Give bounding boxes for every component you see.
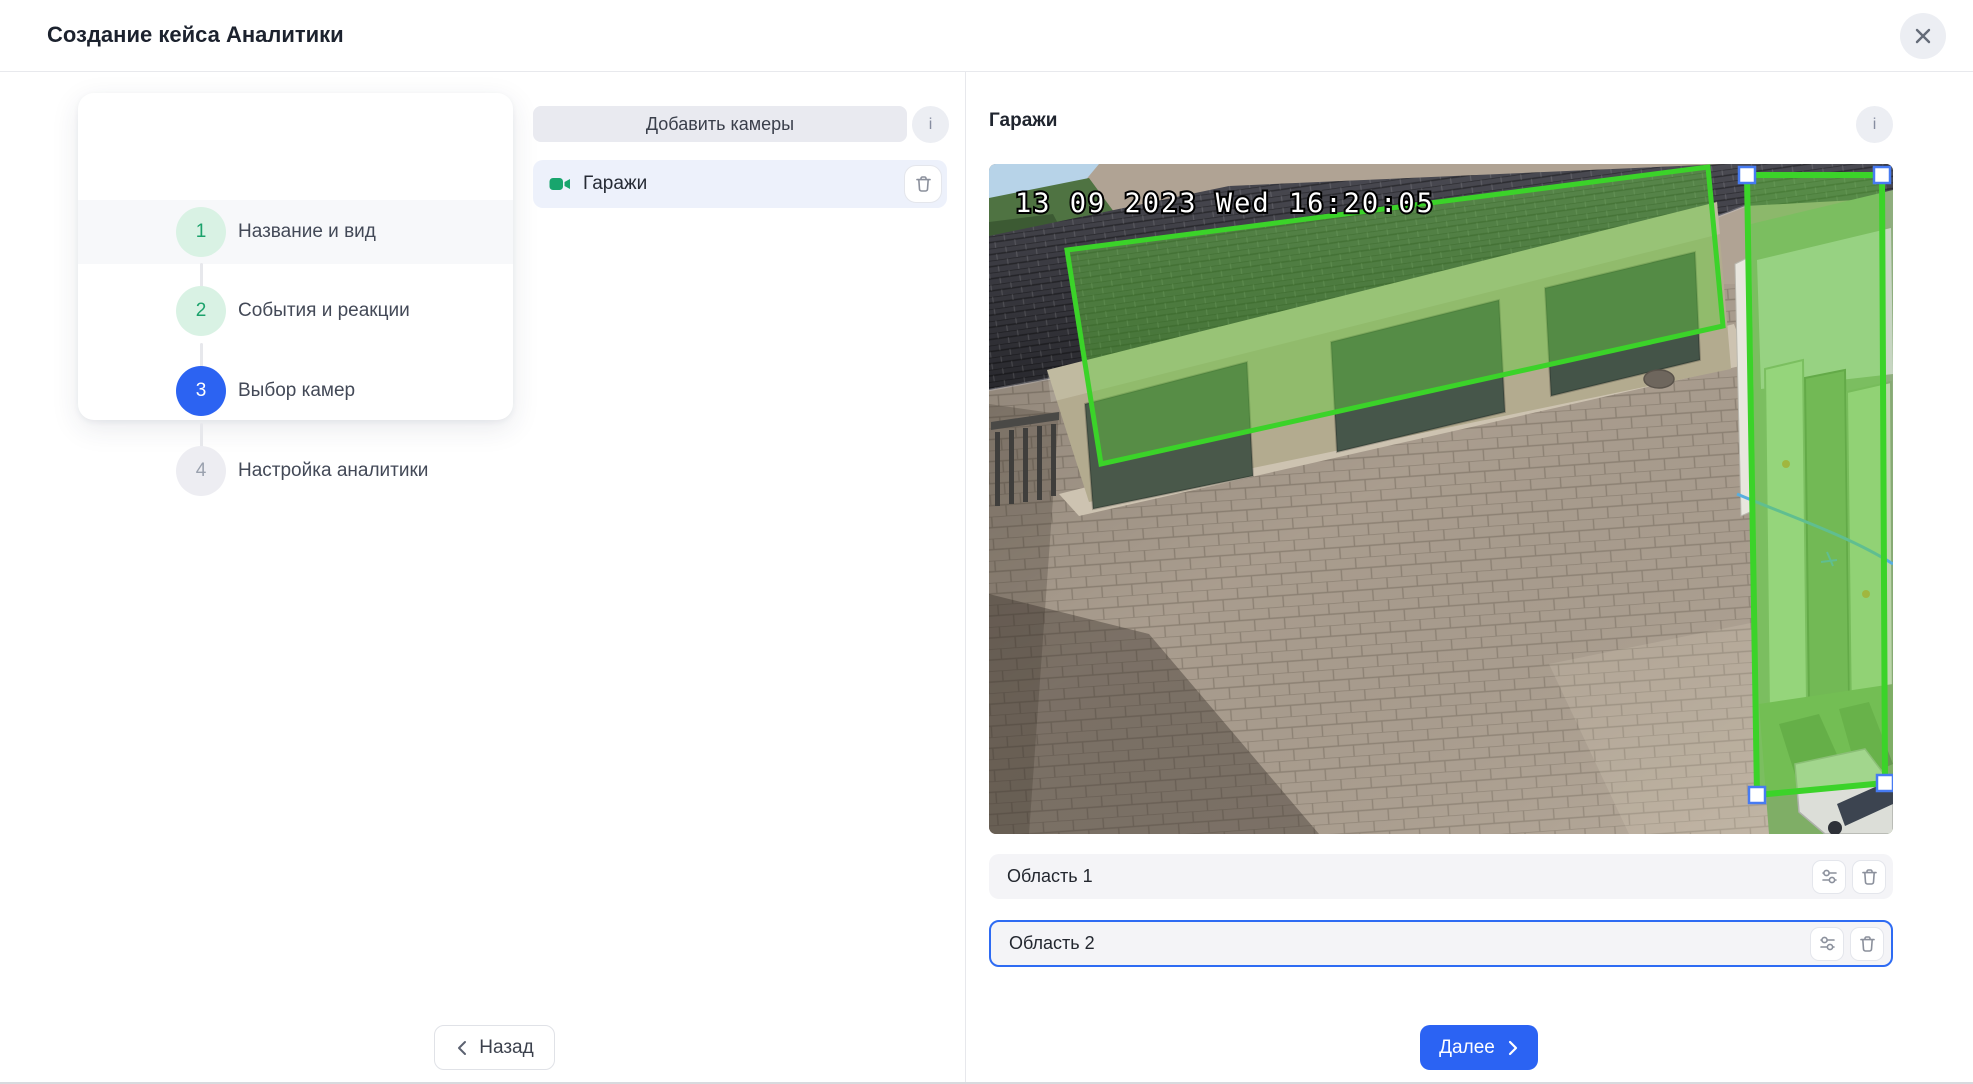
step-2-label: События и реакции — [238, 300, 410, 322]
step-3-label: Выбор камер — [238, 380, 355, 402]
resize-handle[interactable] — [1739, 167, 1755, 183]
dialog-header: Создание кейса Аналитики — [0, 0, 1973, 72]
resize-handle[interactable] — [1749, 787, 1765, 803]
create-analytics-case-dialog: Создание кейса Аналитики 1 Название и ви… — [0, 0, 1973, 1084]
area-1-label: Область 1 — [1007, 866, 1812, 887]
camera-frame-editor[interactable]: 13 09 2023 Wed 16:20:05 — [989, 164, 1893, 834]
next-button[interactable]: Далее — [1420, 1025, 1538, 1070]
step-events-and-reactions[interactable]: 2 События и реакции — [78, 279, 513, 343]
area-1-settings-button[interactable] — [1812, 860, 1846, 894]
column-divider — [965, 72, 966, 1084]
manhole — [1644, 370, 1674, 388]
area-row-1[interactable]: Область 1 — [989, 854, 1893, 899]
step-1-label: Название и вид — [238, 221, 376, 243]
camera-name: Гаражи — [583, 173, 904, 195]
trash-icon — [915, 175, 932, 193]
preview-camera-title: Гаражи — [989, 110, 1057, 132]
info-icon: i — [929, 116, 933, 134]
wizard-stepper: 1 Название и вид 2 События и реакции 3 В… — [78, 93, 513, 420]
video-camera-icon — [549, 176, 571, 192]
video-timestamp: 13 09 2023 Wed 16:20:05 — [1015, 188, 1435, 219]
area-2-polygon[interactable] — [1747, 175, 1885, 795]
add-cameras-button[interactable]: Добавить камеры — [533, 106, 907, 142]
step-2-circle: 2 — [176, 286, 226, 336]
area-1-delete-button[interactable] — [1852, 860, 1886, 894]
close-button[interactable] — [1900, 13, 1946, 59]
tune-icon — [1819, 935, 1836, 952]
next-button-label: Далее — [1439, 1037, 1495, 1059]
step-camera-selection[interactable]: 3 Выбор камер — [78, 359, 513, 423]
area-row-2-selected[interactable]: Область 2 — [989, 920, 1893, 967]
back-button-label: Назад — [479, 1037, 533, 1059]
tune-icon — [1821, 868, 1838, 885]
cameras-info-button[interactable]: i — [912, 106, 949, 143]
resize-handle[interactable] — [1874, 167, 1890, 183]
camera-list-item[interactable]: Гаражи — [533, 160, 947, 208]
chevron-left-icon — [455, 1038, 469, 1058]
delete-camera-button[interactable] — [904, 165, 942, 203]
area-2-delete-button[interactable] — [1850, 927, 1884, 961]
close-icon — [1913, 26, 1933, 46]
step-4-label: Настройка аналитики — [238, 460, 428, 482]
chevron-right-icon — [1505, 1038, 1519, 1058]
step-1-circle: 1 — [176, 207, 226, 257]
back-button[interactable]: Назад — [434, 1025, 555, 1070]
preview-info-button[interactable]: i — [1856, 106, 1893, 143]
area-2-settings-button[interactable] — [1810, 927, 1844, 961]
step-3-circle: 3 — [176, 366, 226, 416]
dialog-title: Создание кейса Аналитики — [47, 22, 344, 48]
step-4-circle: 4 — [176, 446, 226, 496]
camera-still-scene: 13 09 2023 Wed 16:20:05 — [989, 164, 1893, 834]
trash-icon — [1859, 935, 1876, 953]
trash-icon — [1861, 868, 1878, 886]
step-name-and-type[interactable]: 1 Название и вид — [78, 200, 513, 264]
area-2-label: Область 2 — [1009, 933, 1810, 954]
info-icon: i — [1873, 116, 1877, 134]
step-analytics-settings[interactable]: 4 Настройка аналитики — [78, 439, 513, 503]
resize-handle[interactable] — [1877, 775, 1893, 791]
